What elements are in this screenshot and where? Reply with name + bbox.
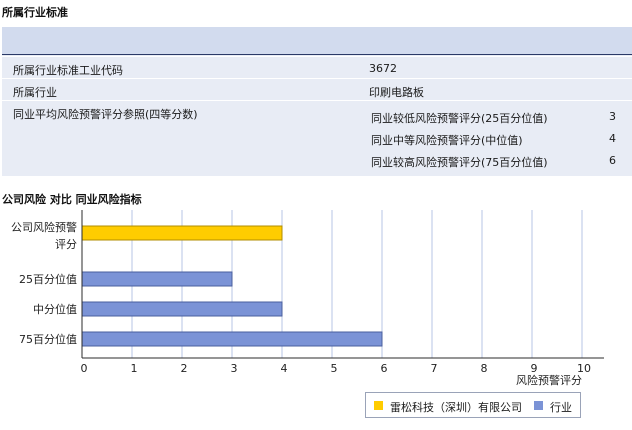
percentile-label: 同业较低风险预警评分(25百分位值) (371, 112, 548, 125)
legend-label-company: 雷松科技（深圳）有限公司 (390, 401, 522, 414)
row-label: 所属行业 (13, 86, 57, 99)
legend-label-industry: 行业 (550, 401, 572, 414)
y-category-label: 中分位值 (33, 302, 77, 316)
percentile-label: 同业较高风险预警评分(75百分位值) (371, 156, 548, 169)
x-tick-label: 1 (131, 362, 138, 375)
x-tick-label: 5 (331, 362, 338, 375)
table-row: 所属行业标准工业代码 3672 (2, 56, 632, 78)
percentile-item: 同业中等风险预警评分(中位值) 4 (371, 128, 626, 150)
legend-swatch-industry (534, 401, 543, 410)
percentile-value: 3 (609, 110, 616, 123)
x-tick-label: 3 (231, 362, 238, 375)
y-category-label: 公司风险预警 (11, 220, 77, 234)
industry-table: 所属行业标准工业代码 3672 所属行业 印刷电路板 同业平均风险预警评分参照(… (2, 27, 632, 176)
bar-industry (81, 301, 283, 317)
x-tick-label: 7 (431, 362, 438, 375)
row-value: 印刷电路板 (369, 86, 424, 99)
percentile-value: 4 (609, 132, 616, 145)
y-category-label: 75百分位值 (19, 332, 77, 346)
percentile-item: 同业较高风险预警评分(75百分位值) 6 (371, 150, 626, 172)
y-category-label: 25百分位值 (19, 272, 77, 286)
section-title-industry: 所属行业标准 (2, 6, 68, 19)
x-tick-label: 0 (81, 362, 88, 375)
x-axis-label: 风险预警评分 (516, 373, 582, 387)
table-row: 所属行业 印刷电路板 (2, 78, 632, 100)
percentile-item: 同业较低风险预警评分(25百分位值) 3 (371, 106, 626, 128)
bar-company (81, 225, 283, 241)
x-tick-label: 2 (181, 362, 188, 375)
row-label: 同业平均风险预警评分参照(四等分数) (13, 108, 198, 121)
legend-swatch-company (374, 401, 383, 410)
y-category-label: 评分 (55, 238, 77, 251)
table-row-percentiles: 同业平均风险预警评分参照(四等分数) 同业较低风险预警评分(25百分位值) 3 … (2, 100, 632, 176)
percentile-label: 同业中等风险预警评分(中位值) (371, 134, 523, 147)
chart-legend: 雷松科技（深圳）有限公司 行业 (365, 392, 581, 418)
bar-industry (81, 331, 383, 347)
percentile-value: 6 (609, 154, 616, 167)
row-label: 所属行业标准工业代码 (13, 64, 123, 77)
risk-comparison-chart: 0 1 2 3 4 5 6 7 8 9 10风险预警评分公司风险预警评分25百分位值中分位值75百分… (11, 210, 604, 387)
row-value: 3672 (369, 62, 397, 75)
table-header-bar (2, 27, 632, 55)
bar-industry (81, 271, 233, 287)
x-tick-label: 8 (481, 362, 488, 375)
x-tick-label: 6 (381, 362, 388, 375)
x-tick-label: 4 (281, 362, 288, 375)
